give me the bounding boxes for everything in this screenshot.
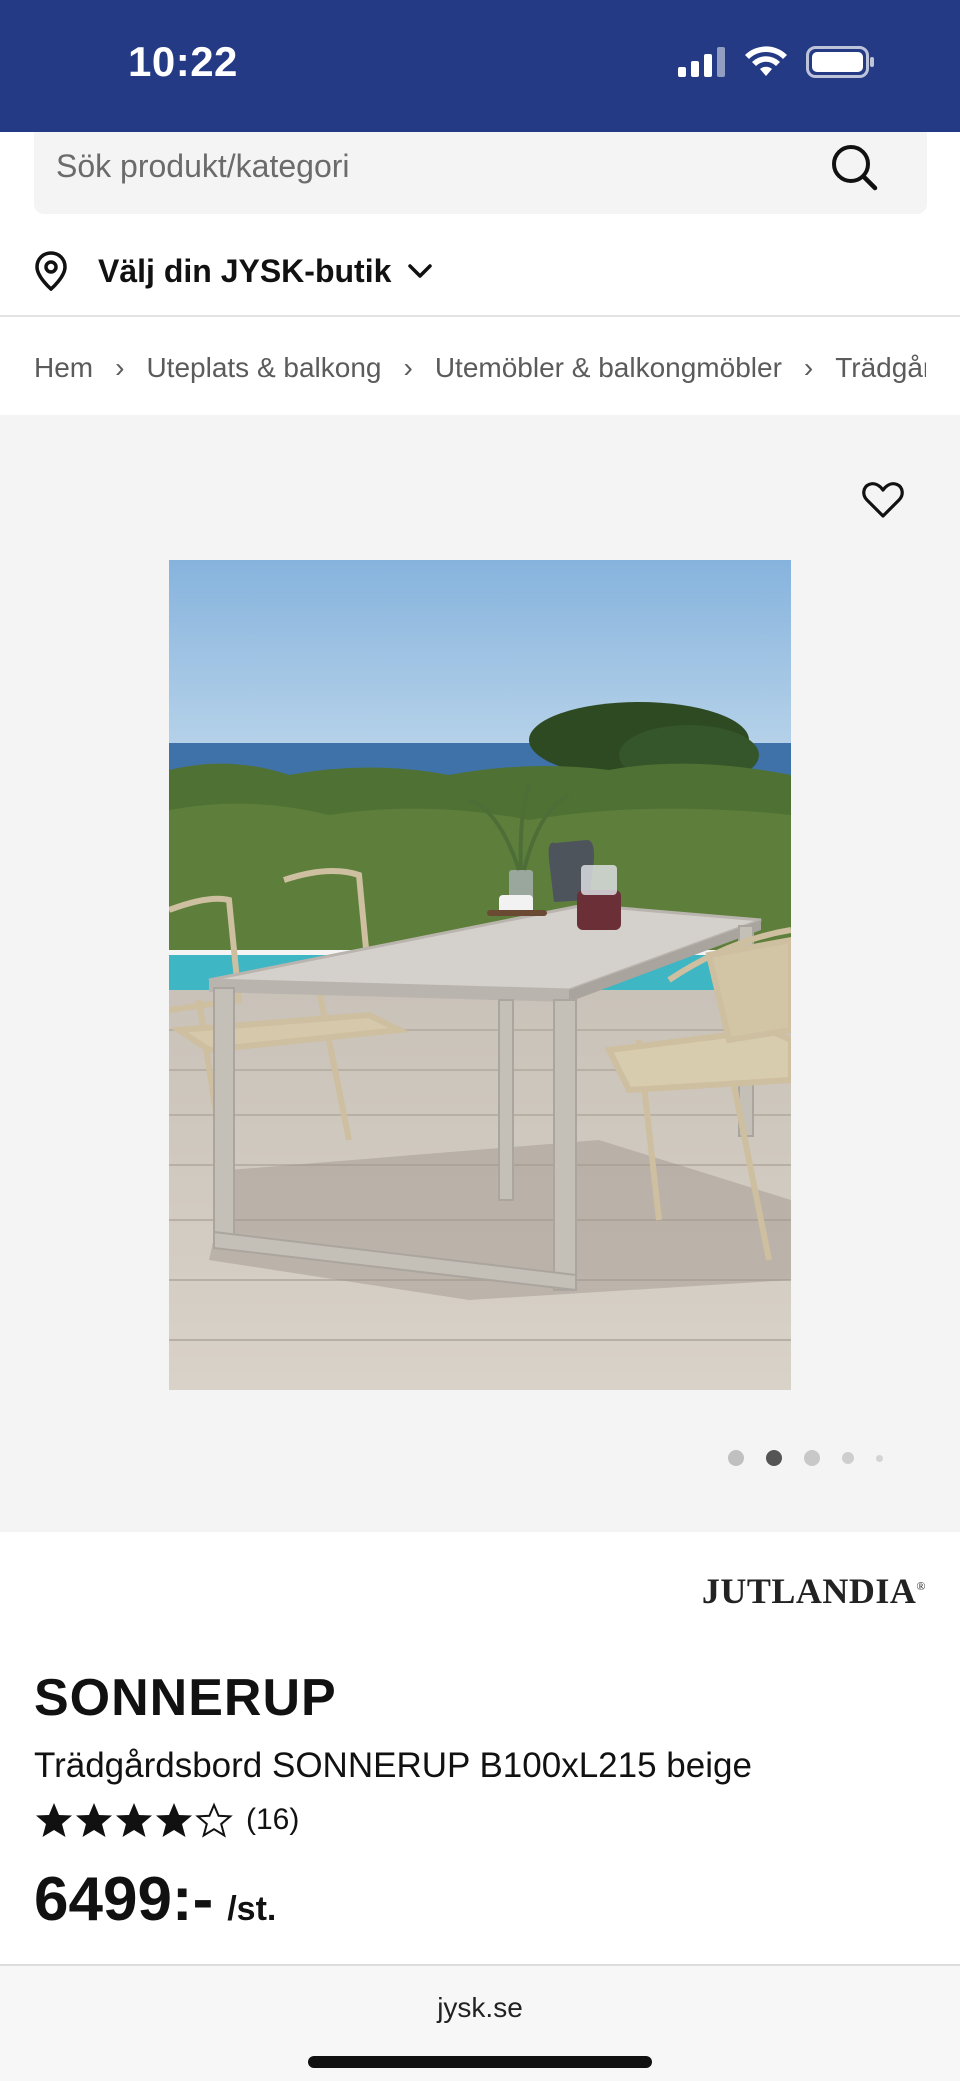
product-gallery[interactable] xyxy=(0,415,960,1532)
status-icons xyxy=(678,46,876,78)
status-time: 10:22 xyxy=(128,38,238,85)
product-rating[interactable]: (16) xyxy=(34,1800,299,1840)
store-label: Välj din JYSK-butik xyxy=(98,252,392,289)
brand-logo[interactable]: JUTLANDIA® xyxy=(702,1570,926,1612)
product-price: 6499:- xyxy=(34,1865,214,1934)
chevron-right-icon: › xyxy=(115,352,125,383)
brand-name: JUTLANDIA xyxy=(701,1571,917,1611)
location-pin-icon xyxy=(35,251,67,291)
url-text[interactable]: jysk.se xyxy=(0,1992,960,2024)
gallery-dot[interactable] xyxy=(876,1454,883,1462)
cellular-signal-icon xyxy=(678,47,725,77)
breadcrumb: Hem › Uteplats & balkong › Utemöbler & b… xyxy=(34,346,926,390)
star-filled-icon xyxy=(156,1803,192,1837)
browser-address-bar[interactable]: jysk.se xyxy=(0,1964,960,2081)
gallery-pagination xyxy=(728,1450,905,1466)
gallery-dot-active[interactable] xyxy=(766,1450,782,1466)
battery-icon xyxy=(806,46,874,78)
star-filled-icon xyxy=(116,1803,152,1837)
status-bar: 10:22 xyxy=(0,0,960,132)
review-count: (16) xyxy=(246,1803,300,1836)
registered-mark: ® xyxy=(916,1579,926,1593)
product-description: Trädgårdsbord SONNERUP B100xL215 beige xyxy=(34,1746,752,1785)
search-input[interactable]: Sök produkt/kategori xyxy=(34,132,927,214)
gallery-dot[interactable] xyxy=(804,1450,820,1466)
breadcrumb-item-home[interactable]: Hem xyxy=(34,352,93,384)
product-name: SONNERUP xyxy=(34,1669,337,1727)
store-selector[interactable]: Välj din JYSK-butik xyxy=(34,246,433,296)
gallery-dot[interactable] xyxy=(728,1450,744,1466)
chevron-down-icon xyxy=(408,264,433,278)
breadcrumb-item-patio[interactable]: Uteplats & balkong xyxy=(146,352,381,384)
star-filled-icon xyxy=(76,1803,112,1837)
search-placeholder: Sök produkt/kategori xyxy=(56,148,350,184)
heart-icon[interactable] xyxy=(862,481,904,519)
star-filled-icon xyxy=(36,1803,72,1837)
product-image[interactable] xyxy=(169,560,791,1390)
price-row: 6499:- /st. xyxy=(34,1864,276,1935)
star-empty-icon xyxy=(195,1802,233,1838)
breadcrumb-item-outdoor-furniture[interactable]: Utemöbler & balkongmöbler xyxy=(435,352,782,384)
chevron-right-icon: › xyxy=(403,352,413,383)
chevron-right-icon: › xyxy=(803,352,814,383)
breadcrumb-item-garden-tables[interactable]: Trädgårdsbord xyxy=(835,352,926,384)
home-indicator[interactable] xyxy=(308,2056,652,2068)
price-unit: /st. xyxy=(227,1890,277,1928)
gallery-dot[interactable] xyxy=(842,1452,854,1464)
divider xyxy=(0,315,960,317)
wifi-icon xyxy=(745,46,787,76)
product-photo xyxy=(169,560,791,1390)
search-icon[interactable] xyxy=(829,142,881,194)
